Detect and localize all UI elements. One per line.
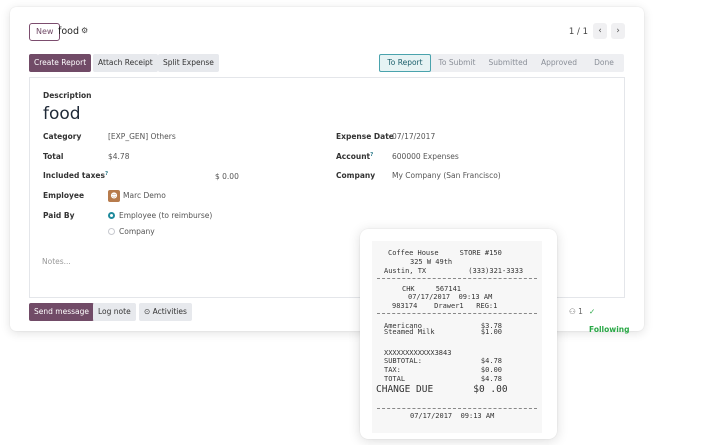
receipt-line: CHANGE DUE $0 .00 [376, 384, 508, 395]
action-row: Create Report Attach Receipt Split Expen… [29, 54, 625, 72]
receipt-divider [377, 313, 537, 314]
paid-by-employee-label[interactable]: Employee (to reimburse) [119, 211, 212, 220]
split-expense-button[interactable]: Split Expense [158, 54, 219, 72]
log-note-button[interactable]: Log note [93, 303, 136, 321]
company-field[interactable]: My Company (San Francisco) [392, 171, 501, 180]
receipt-line: 07/17/2017 09:13 AM [410, 412, 495, 420]
followers-count: 1 [578, 307, 583, 316]
help-icon[interactable]: ? [105, 171, 108, 177]
category-label: Category [43, 132, 82, 141]
account-field[interactable]: 600000 Expenses [392, 152, 459, 161]
account-label-text: Account [336, 152, 371, 161]
description-label: Description [43, 91, 92, 100]
chevron-left-icon: ‹ [598, 26, 602, 36]
status-bar: To Report To Submit Submitted Approved D… [379, 54, 624, 72]
included-taxes-label-text: Included taxes [43, 171, 105, 180]
gear-icon[interactable]: ⚙ [81, 26, 88, 35]
notes-field[interactable]: Notes... [42, 257, 71, 266]
paid-by-company-radio[interactable] [108, 228, 115, 235]
receipt-image: Coffee House STORE #150 325 W 49th Austi… [372, 241, 542, 433]
help-icon[interactable]: ? [370, 152, 373, 158]
receipt-line: TAX: $0.00 [384, 366, 503, 374]
new-button[interactable]: New [29, 23, 61, 41]
receipt-line: 983174 Drawer1 REG:1 [392, 302, 498, 310]
activities-button[interactable]: ⊙ Activities [139, 303, 192, 321]
description-field[interactable]: food [43, 104, 81, 124]
paid-by-employee-radio[interactable] [108, 212, 115, 219]
chevron-right-icon: › [616, 26, 620, 36]
receipt-line: 07/17/2017 09:13 AM [408, 293, 493, 301]
pager-previous-button[interactable]: ‹ [593, 23, 607, 39]
employee-field[interactable]: Marc Demo [123, 191, 166, 200]
receipt-line: CHK 567141 [402, 285, 462, 293]
included-taxes-value: $ 0.00 [215, 172, 239, 181]
stage-submitted[interactable]: Submitted [483, 54, 533, 72]
breadcrumb-record-name: food [58, 26, 79, 37]
company-label: Company [336, 171, 376, 180]
total-field[interactable]: $4.78 [108, 152, 129, 161]
expense-date-label: Expense Date [336, 132, 394, 141]
receipt-line: SUBTOTAL: $4.78 [384, 357, 503, 365]
receipt-line: Steamed Milk $1.00 [384, 328, 503, 336]
paid-by-company-label[interactable]: Company [119, 227, 155, 236]
create-report-button[interactable]: Create Report [29, 54, 92, 72]
avatar: ☻ [108, 190, 120, 202]
receipt-divider [377, 278, 537, 279]
stage-approved[interactable]: Approved [535, 54, 583, 72]
following-button[interactable]: ✓ Following [589, 303, 629, 339]
stage-to-report[interactable]: To Report [379, 54, 431, 72]
paid-by-label: Paid By [43, 211, 75, 220]
receipt-preview-card[interactable]: Coffee House STORE #150 325 W 49th Austi… [360, 229, 557, 439]
activities-label: Activities [152, 307, 187, 316]
receipt-line: Coffee House STORE #150 [388, 249, 502, 257]
account-label: Account? [336, 152, 373, 161]
pager-value[interactable]: 1 / 1 [569, 24, 588, 40]
control-panel: New food ⚙ 1 / 1 ‹ › [29, 22, 625, 42]
receipt-line: 325 W 49th [410, 258, 453, 266]
followers-button[interactable]: ⚇ 1 [569, 303, 583, 321]
receipt-line: XXXXXXXXXXXX3843 [384, 349, 452, 357]
receipt-line: TOTAL $4.78 [384, 375, 503, 383]
category-field[interactable]: [EXP_GEN] Others [108, 132, 176, 141]
following-label: Following [589, 325, 630, 334]
attach-receipt-button[interactable]: Attach Receipt [93, 54, 158, 72]
expense-date-field[interactable]: 07/17/2017 [392, 132, 435, 141]
pager-next-button[interactable]: › [611, 23, 625, 39]
included-taxes-label: Included taxes? [43, 171, 108, 180]
total-label: Total [43, 152, 64, 161]
stage-to-submit[interactable]: To Submit [433, 54, 481, 72]
clock-icon: ⊙ [144, 307, 153, 316]
receipt-divider [377, 408, 537, 409]
check-icon: ✓ [589, 307, 596, 316]
send-message-button[interactable]: Send message [29, 303, 94, 321]
stage-done[interactable]: Done [585, 54, 623, 72]
employee-label: Employee [43, 191, 85, 200]
user-icon: ⚇ [569, 307, 576, 316]
receipt-line: Austin, TX (333)321-3333 [384, 267, 524, 275]
